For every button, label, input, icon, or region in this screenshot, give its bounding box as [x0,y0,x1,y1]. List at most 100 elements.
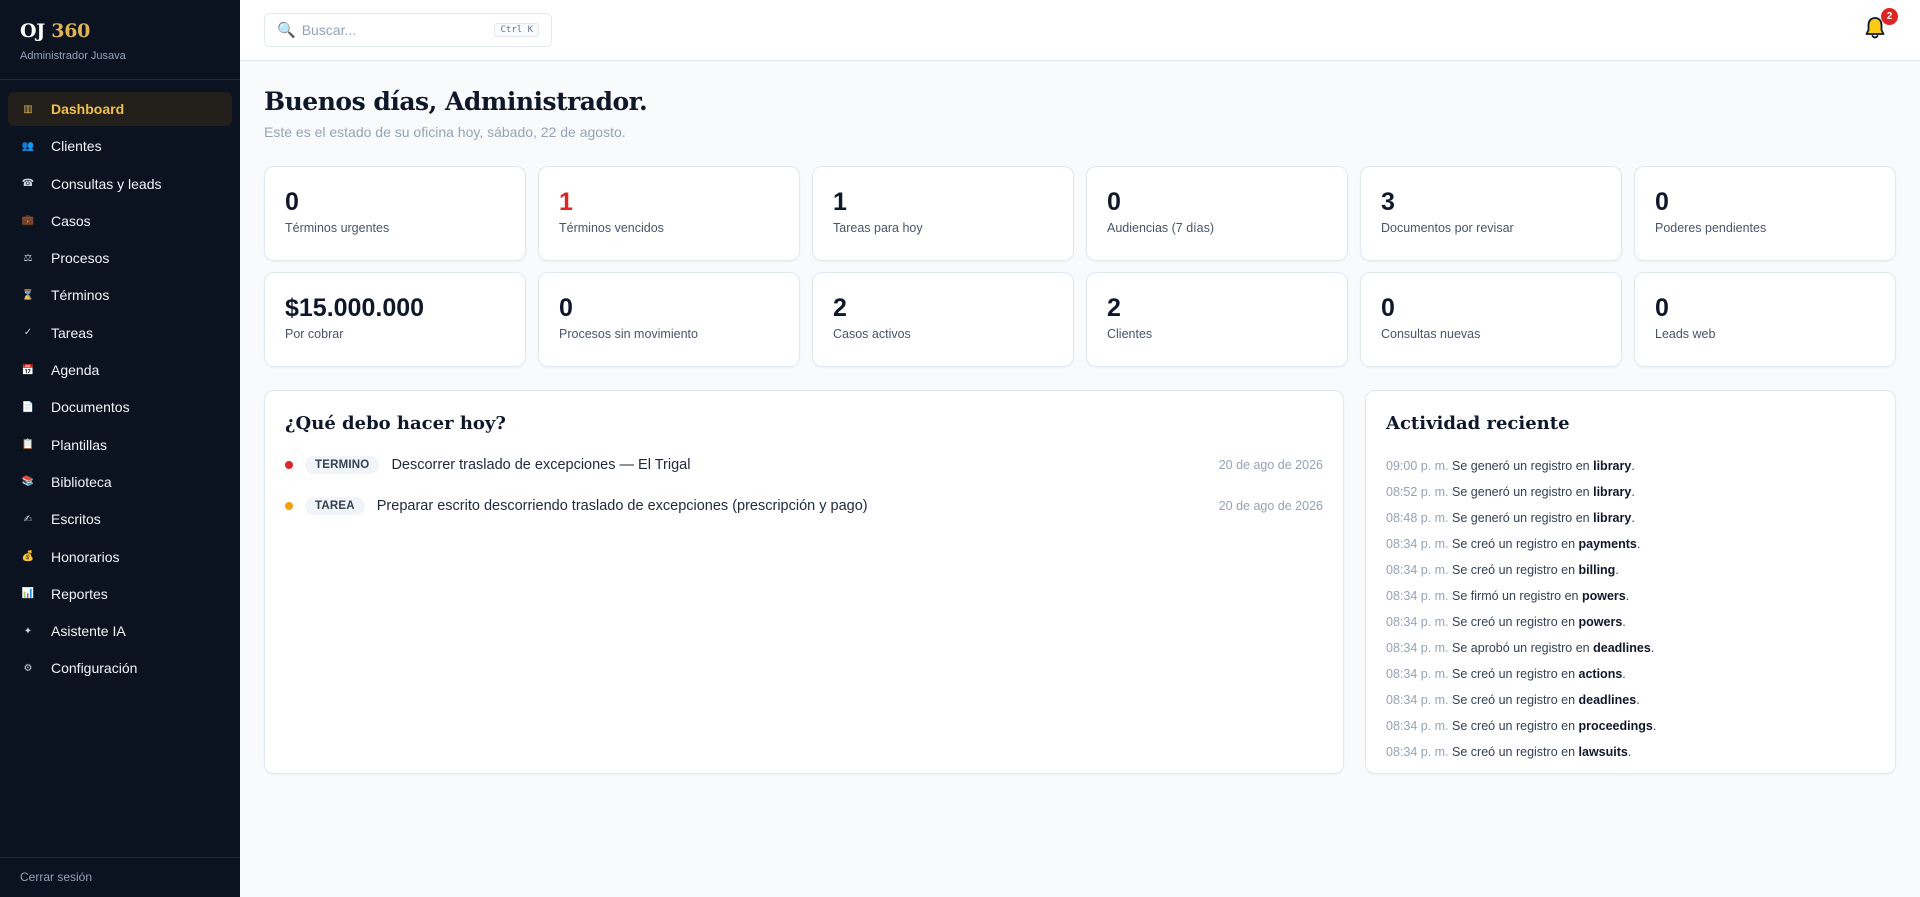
sidebar-item-tareas[interactable]: ✓ Tareas [8,316,232,350]
activity-entity: powers [1578,615,1623,629]
sidebar-item-label: Escritos [51,511,101,528]
sidebar-item-documentos[interactable]: 📄 Documentos [8,390,232,424]
sidebar-item-casos[interactable]: 💼 Casos [8,204,232,238]
sidebar-item-label: Dashboard [51,101,125,117]
activity-item: 08:48 p. m. Se generó un registro en lib… [1386,511,1635,525]
sidebar-item-procesos[interactable]: ⚖ Procesos [8,241,232,275]
activity-text: Se aprobó un registro en [1452,641,1590,655]
activity-entity: powers [1581,589,1626,603]
stat-card[interactable]: 0 Términos urgentes [264,166,526,261]
stat-label: Por cobrar [285,327,344,341]
sidebar-item-reportes[interactable]: 📊 Reportes [8,577,232,611]
dashboard-icon: ▥ [23,103,33,115]
activity-text: Se creó un registro en [1452,537,1576,551]
sidebar-item-label: Honorarios [51,548,120,565]
sidebar-item-biblioteca[interactable]: 📚 Biblioteca [8,465,232,499]
stat-card[interactable]: 2 Clientes [1086,272,1348,367]
today-task-item[interactable]: TERMINO Descorrer traslado de excepciones… [285,454,1323,476]
phone-icon: ☎ [21,178,35,190]
stat-value: 0 [1655,188,1669,216]
task-date: 20 de ago de 2026 [1218,499,1323,513]
activity-entity: proceedings [1578,719,1653,733]
activity-entity: library [1593,511,1632,525]
sidebar-item-consultas-y-leads[interactable]: ☎ Consultas y leads [8,167,232,201]
sidebar-item-plantillas[interactable]: 📋 Plantillas [8,428,232,462]
books-icon: 📚 [21,476,35,488]
stat-label: Términos urgentes [285,221,390,235]
sidebar-item-label: Agenda [51,362,100,379]
sidebar-item-label: Asistente IA [51,623,126,640]
sidebar-item-asistente-ia[interactable]: ✦ Asistente IA [8,614,232,648]
logout-link[interactable]: Cerrar sesión [0,857,240,897]
stat-card[interactable]: 0 Consultas nuevas [1360,272,1622,367]
activity-text: Se generó un registro en [1452,459,1590,473]
stat-card[interactable]: 0 Procesos sin movimiento [538,272,800,367]
stat-card[interactable]: 0 Audiencias (7 días) [1086,166,1348,261]
activity-panel-title: Actividad reciente [1386,413,1570,434]
search-input[interactable]: 🔍 Buscar... Ctrl K [264,13,552,47]
activity-item: 08:34 p. m. Se creó un registro en proce… [1386,719,1657,733]
task-date: 20 de ago de 2026 [1218,458,1323,472]
stat-card[interactable]: 1 Tareas para hoy [812,166,1074,261]
status-dot [285,461,293,469]
sidebar-item-clientes[interactable]: 👥 Clientes [8,129,232,163]
activity-time: 08:34 p. m. [1386,589,1449,603]
stat-card[interactable]: 0 Leads web [1634,272,1896,367]
stat-value: 1 [559,188,573,216]
activity-item: 08:34 p. m. Se creó un registro en power… [1386,615,1626,629]
activity-text: Se creó un registro en [1452,563,1576,577]
today-panel-title: ¿Qué debo hacer hoy? [285,413,506,434]
search-shortcut-hint: Ctrl K [494,23,539,37]
stat-card[interactable]: 3 Documentos por revisar [1360,166,1622,261]
stat-card[interactable]: $15.000.000 Por cobrar [264,272,526,367]
sidebar-item-label: Consultas y leads [51,175,162,192]
stat-value: 2 [833,294,847,322]
briefcase-icon: 💼 [21,215,35,227]
calendar-icon: 📅 [21,364,35,376]
activity-entity: payments [1578,537,1637,551]
task-title: Preparar escrito descorriendo traslado d… [376,498,868,514]
today-task-item[interactable]: TAREA Preparar escrito descorriendo trasl… [285,495,1323,517]
sidebar-item-label: Documentos [51,399,130,416]
notifications-badge: 2 [1881,8,1898,25]
stat-value: 0 [1381,294,1395,322]
money-bag-icon: 💰 [21,551,35,563]
activity-time: 08:34 p. m. [1386,615,1449,629]
activity-entity: billing [1578,563,1616,577]
topbar: 🔍 Buscar... Ctrl K 2 [240,0,1920,61]
sidebar-item-label: Procesos [51,250,110,267]
search-icon: 🔍 [277,22,296,39]
sidebar-item-dashboard[interactable]: ▥ Dashboard [8,92,232,126]
bar-chart-icon: 📊 [21,588,35,600]
activity-text: Se creó un registro en [1452,615,1576,629]
task-type-badge: TERMINO [305,456,380,474]
task-type-badge: TAREA [305,497,365,515]
app-logo[interactable]: OJ 360 [20,20,220,42]
stat-label: Tareas para hoy [833,221,923,235]
sidebar-item-escritos[interactable]: ✍ Escritos [8,502,232,536]
stat-card[interactable]: 1 Términos vencidos [538,166,800,261]
stat-value: 2 [1107,294,1121,322]
activity-item: 08:34 p. m. Se creó un registro en billi… [1386,563,1619,577]
notifications-button[interactable]: 2 [1864,8,1898,42]
stat-label: Leads web [1655,327,1716,341]
sidebar-item-terminos[interactable]: ⌛ Términos [8,278,232,312]
main-content: Buenos días, Administrador. Este es el e… [264,61,1896,774]
activity-entity: deadlines [1593,641,1651,655]
brand: OJ 360 Administrador Jusava [0,0,240,80]
activity-text: Se creó un registro en [1452,693,1576,707]
today-task-list: TERMINO Descorrer traslado de excepciones… [285,454,1323,517]
hourglass-icon: ⌛ [21,289,35,301]
sidebar-item-agenda[interactable]: 📅 Agenda [8,353,232,387]
activity-time: 09:00 p. m. [1386,459,1449,473]
sidebar-item-configuracion[interactable]: ⚙ Configuración [8,651,232,685]
stat-card[interactable]: 0 Poderes pendientes [1634,166,1896,261]
activity-entity: deadlines [1578,693,1637,707]
activity-text: Se creó un registro en [1452,719,1576,733]
activity-item: 08:52 p. m. Se generó un registro en lib… [1386,485,1635,499]
sidebar-item-honorarios[interactable]: 💰 Honorarios [8,540,232,574]
stat-card[interactable]: 2 Casos activos [812,272,1074,367]
activity-item: 08:34 p. m. Se creó un registro en actio… [1386,667,1626,681]
activity-time: 08:34 p. m. [1386,563,1449,577]
activity-item: 08:34 p. m. Se creó un registro en deadl… [1386,693,1640,707]
